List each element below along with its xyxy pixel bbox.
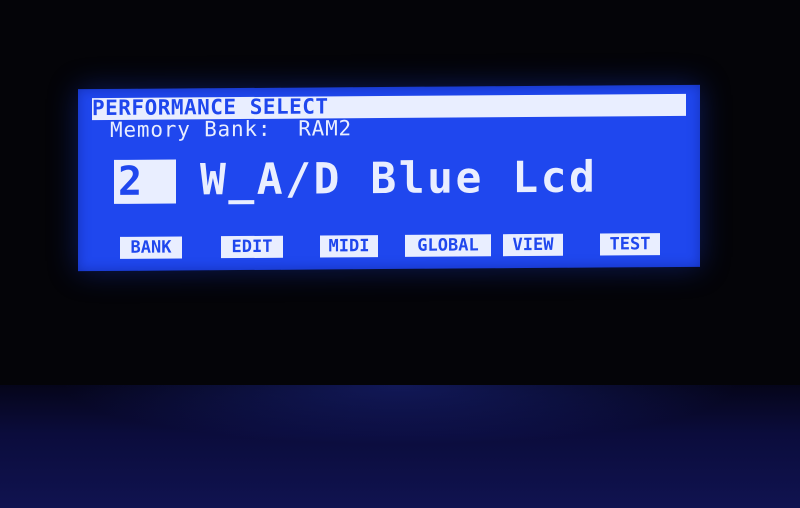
lcd-display: PERFORMANCE SELECT Memory Bank: RAM2 2 W… <box>78 84 700 272</box>
softkey-row: BANK EDIT MIDI GLOBAL VIEW TEST <box>78 233 700 259</box>
softkey-bank[interactable]: BANK <box>120 236 182 259</box>
memory-bank-label: Memory Bank: <box>110 116 272 142</box>
performance-name: W_A/D Blue Lcd <box>200 152 598 206</box>
lcd-reflection <box>60 385 740 445</box>
memory-bank-line: Memory Bank: RAM2 <box>110 116 352 142</box>
photo-scene: PERFORMANCE SELECT Memory Bank: RAM2 2 W… <box>0 0 800 508</box>
softkey-edit[interactable]: EDIT <box>221 235 283 259</box>
screen-title: PERFORMANCE SELECT <box>92 94 329 121</box>
memory-bank-value[interactable]: RAM2 <box>298 116 352 140</box>
softkey-view[interactable]: VIEW <box>503 233 563 257</box>
softkey-test[interactable]: TEST <box>600 233 660 256</box>
softkey-midi[interactable]: MIDI <box>320 235 378 258</box>
performance-number[interactable]: 2 <box>114 159 176 205</box>
softkey-global[interactable]: GLOBAL <box>405 234 491 257</box>
